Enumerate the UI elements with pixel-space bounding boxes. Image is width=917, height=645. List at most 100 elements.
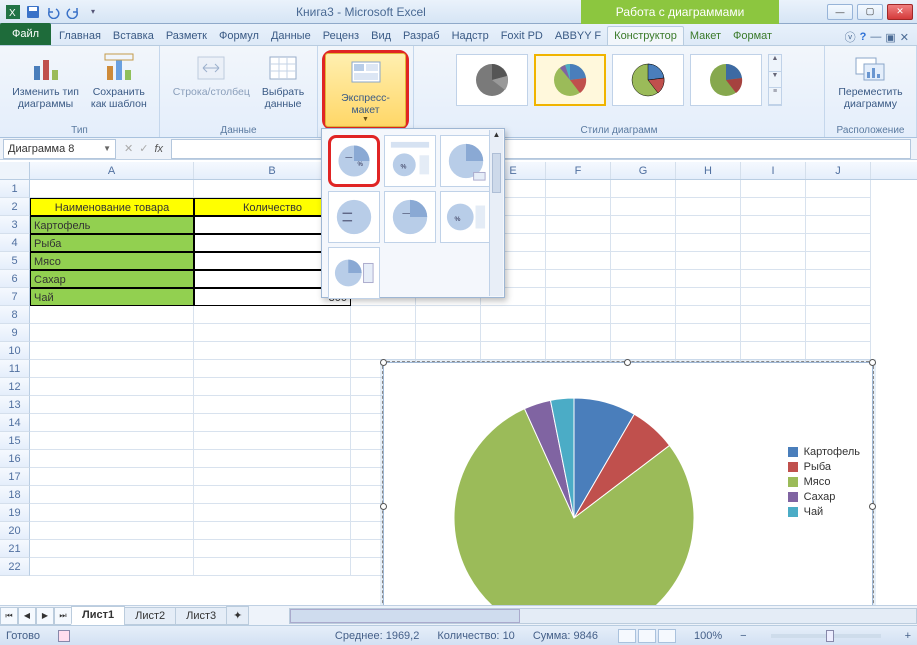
cell[interactable] [611,288,676,306]
cell[interactable] [30,378,194,396]
cell[interactable] [351,306,416,324]
cell[interactable] [611,234,676,252]
cell[interactable] [806,180,871,198]
cell[interactable] [676,342,741,360]
row-header[interactable]: 20 [0,522,30,540]
select-data-button[interactable]: Выбрать данные [256,48,310,120]
layout-option-4[interactable] [328,191,380,243]
tab-review[interactable]: Реценз [317,27,365,45]
zoom-out-button[interactable]: − [740,630,746,642]
fx-icon[interactable]: fx [154,143,163,155]
col-header-G[interactable]: G [611,162,676,179]
cell[interactable] [30,432,194,450]
tab-chart-designer[interactable]: Конструктор [607,26,684,45]
tab-home[interactable]: Главная [53,27,107,45]
cell[interactable]: Мясо [30,252,194,270]
cell[interactable] [741,288,806,306]
row-header[interactable]: 12 [0,378,30,396]
redo-icon[interactable] [64,3,82,21]
row-header[interactable]: 11 [0,360,30,378]
cell[interactable] [741,216,806,234]
cell[interactable] [611,342,676,360]
cell[interactable] [30,540,194,558]
tab-view[interactable]: Вид [365,27,397,45]
legend-item[interactable]: Сахар [788,491,860,503]
cell[interactable] [194,324,351,342]
col-header-H[interactable]: H [676,162,741,179]
tab-foxit[interactable]: Foxit PD [495,27,549,45]
cell[interactable] [194,378,351,396]
sheet-tab-3[interactable]: Лист3 [175,607,227,625]
row-header[interactable]: 1 [0,180,30,198]
tab-chart-layout[interactable]: Макет [684,27,727,45]
cell[interactable] [30,504,194,522]
row-header[interactable]: 6 [0,270,30,288]
cell[interactable] [676,198,741,216]
cell[interactable] [194,558,351,576]
legend-item[interactable]: Рыба [788,461,860,473]
row-header[interactable]: 18 [0,486,30,504]
layout-option-1[interactable]: —% [328,135,380,187]
cell[interactable] [741,342,806,360]
cell[interactable] [351,324,416,342]
cell[interactable] [30,306,194,324]
cell[interactable] [676,306,741,324]
tab-chart-format[interactable]: Формат [727,27,778,45]
cell[interactable] [806,252,871,270]
cell[interactable] [546,306,611,324]
col-header-I[interactable]: I [741,162,806,179]
legend-item[interactable]: Мясо [788,476,860,488]
row-header[interactable]: 15 [0,432,30,450]
tab-addins[interactable]: Надстр [446,27,495,45]
cell[interactable] [351,342,416,360]
cell[interactable] [741,198,806,216]
row-header[interactable]: 13 [0,396,30,414]
cell[interactable] [194,414,351,432]
cell[interactable] [481,342,546,360]
col-header-F[interactable]: F [546,162,611,179]
layout-option-7[interactable] [328,247,380,299]
tab-abbyy[interactable]: ABBYY F [549,27,607,45]
cell[interactable] [676,234,741,252]
new-sheet-button[interactable]: ✦ [226,606,249,625]
cell[interactable] [194,504,351,522]
row-header[interactable]: 21 [0,540,30,558]
cell[interactable] [30,486,194,504]
cell[interactable] [806,234,871,252]
cell[interactable] [546,252,611,270]
chart-style-3[interactable] [612,54,684,106]
tab-formulas[interactable]: Формул [213,27,265,45]
cell[interactable] [806,216,871,234]
chart-style-1[interactable] [456,54,528,106]
cell[interactable] [676,324,741,342]
cell[interactable] [416,324,481,342]
cell[interactable] [546,198,611,216]
row-header[interactable]: 3 [0,216,30,234]
sheet-nav-prev[interactable]: ◀ [18,607,36,625]
workbook-minimize-icon[interactable]: — [870,31,881,43]
cell[interactable] [194,486,351,504]
legend-item[interactable]: Картофель [788,446,860,458]
row-header[interactable]: 4 [0,234,30,252]
cell[interactable] [30,342,194,360]
cell[interactable] [546,288,611,306]
zoom-slider[interactable] [771,634,881,638]
maximize-button[interactable]: ▢ [857,4,883,20]
macro-record-icon[interactable] [58,630,70,642]
tab-data[interactable]: Данные [265,27,317,45]
cell[interactable] [806,288,871,306]
cell[interactable] [30,360,194,378]
cell[interactable] [194,540,351,558]
view-page-layout-button[interactable] [638,629,656,643]
save-as-template-button[interactable]: Сохранить как шаблон [85,48,153,120]
view-normal-button[interactable] [618,629,636,643]
cell[interactable] [194,396,351,414]
cell[interactable] [481,306,546,324]
cell[interactable] [741,306,806,324]
cell[interactable] [194,360,351,378]
cell[interactable] [611,216,676,234]
layout-option-6[interactable]: % [440,191,492,243]
view-page-break-button[interactable] [658,629,676,643]
close-button[interactable]: ✕ [887,4,913,20]
formula-input[interactable] [171,139,911,159]
